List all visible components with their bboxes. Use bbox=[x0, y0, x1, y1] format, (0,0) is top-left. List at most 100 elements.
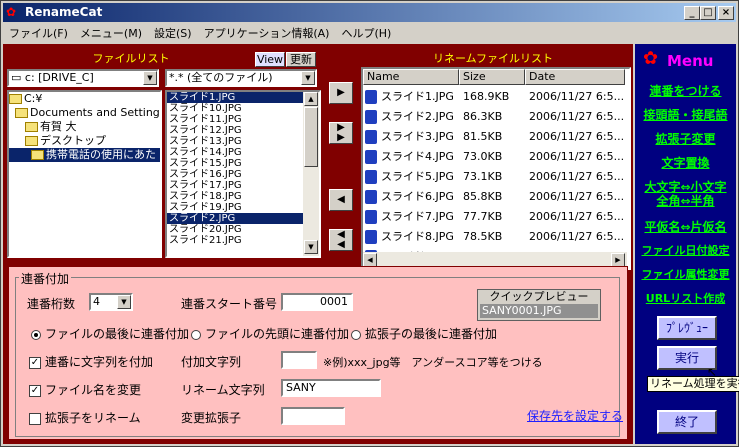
cell-name: スライド8.JPG bbox=[381, 230, 454, 243]
digits-value: 4 bbox=[93, 295, 100, 308]
radio-icon[interactable] bbox=[191, 329, 201, 340]
table-row[interactable]: スライド6.JPG 85.8KB 2006/11/27 6:5... bbox=[363, 187, 624, 207]
tree-item[interactable]: Documents and Settings bbox=[9, 106, 160, 120]
tree-item-selected[interactable]: 携帯電話の使用にあた bbox=[9, 148, 160, 162]
checkbox-unchecked-icon[interactable] bbox=[29, 412, 41, 425]
chevron-down-icon[interactable]: ▼ bbox=[143, 71, 157, 85]
table-row[interactable]: スライド8.JPG 78.5KB 2006/11/27 6:5... bbox=[363, 227, 624, 247]
tree-item[interactable]: 有賀 大 bbox=[9, 120, 160, 134]
radio-icon[interactable] bbox=[31, 329, 41, 340]
drive-icon: ▭ bbox=[11, 71, 25, 84]
menu-menu[interactable]: メニュー(M) bbox=[74, 23, 148, 43]
drive-select[interactable]: ▭ c: [DRIVE_C] ▼ bbox=[7, 69, 159, 87]
list-item[interactable]: スライド16.JPG bbox=[167, 169, 303, 180]
cell-date: 2006/11/27 6:5... bbox=[529, 210, 625, 223]
preview-button[interactable]: ﾌﾟﾚｳﾞｭｰ bbox=[657, 316, 717, 340]
list-item[interactable]: スライド10.JPG bbox=[167, 103, 303, 114]
menu-file[interactable]: ファイル(F) bbox=[3, 23, 74, 43]
column-header-date[interactable]: Date bbox=[525, 69, 625, 85]
cell-size: 81.5KB bbox=[463, 130, 503, 143]
list-item[interactable]: スライド11.JPG bbox=[167, 114, 303, 125]
side-link-serial[interactable]: 連番をつける bbox=[635, 82, 736, 99]
add-one-button[interactable]: ▶ bbox=[329, 82, 353, 104]
checkbox-add-string[interactable]: ✓ 連番に文字列を付加 bbox=[29, 353, 153, 370]
maximize-button[interactable]: □ bbox=[700, 6, 716, 20]
column-header-name[interactable]: Name bbox=[363, 69, 459, 85]
column-header-size[interactable]: Size bbox=[459, 69, 525, 85]
menu-settings[interactable]: 設定(S) bbox=[148, 23, 198, 43]
table-row[interactable]: スライド3.JPG 81.5KB 2006/11/27 6:5... bbox=[363, 127, 624, 147]
remove-all-button[interactable]: ◀ ◀ bbox=[329, 229, 353, 251]
rename-file-grid[interactable]: Name Size Date スライド1.JPG 168.9KB 2006/11/2… bbox=[361, 67, 631, 270]
chevron-down-icon[interactable]: ▼ bbox=[301, 71, 315, 85]
list-item[interactable]: スライド18.JPG bbox=[167, 191, 303, 202]
scroll-thumb[interactable] bbox=[304, 107, 318, 167]
checkbox-checked-icon[interactable]: ✓ bbox=[29, 356, 41, 369]
checkbox-checked-icon[interactable]: ✓ bbox=[29, 384, 41, 397]
list-item[interactable]: スライド15.JPG bbox=[167, 158, 303, 169]
tree-item[interactable]: C:¥ bbox=[9, 92, 160, 106]
list-item[interactable]: スライド19.JPG bbox=[167, 202, 303, 213]
radio-icon[interactable] bbox=[351, 329, 361, 340]
list-item[interactable]: スライド17.JPG bbox=[167, 180, 303, 191]
list-item[interactable]: スライド20.JPG bbox=[167, 224, 303, 235]
close-button[interactable]: × bbox=[718, 6, 734, 20]
list-item[interactable]: スライド2.JPG bbox=[167, 213, 303, 224]
menu-help[interactable]: ヘルプ(H) bbox=[335, 23, 397, 43]
scroll-right-icon[interactable]: ▶ bbox=[611, 253, 625, 267]
refresh-button[interactable]: 更新 bbox=[286, 52, 316, 67]
save-location-link[interactable]: 保存先を設定する bbox=[527, 407, 623, 424]
list-item[interactable]: スライド13.JPG bbox=[167, 136, 303, 147]
radio-append-ext[interactable]: 拡張子の最後に連番付加 bbox=[351, 325, 497, 342]
table-row[interactable]: スライド5.JPG 73.1KB 2006/11/27 6:5... bbox=[363, 167, 624, 187]
tree-item[interactable]: デスクトップ bbox=[9, 134, 160, 148]
remove-one-button[interactable]: ◀ bbox=[329, 189, 353, 211]
digits-select[interactable]: 4 ▼ bbox=[89, 293, 133, 311]
side-link-prefix[interactable]: 接頭語・接尾語 bbox=[635, 106, 736, 123]
list-item[interactable]: スライド1.JPG bbox=[167, 92, 303, 103]
list-item[interactable]: スライド12.JPG bbox=[167, 125, 303, 136]
image-file-icon bbox=[365, 230, 377, 244]
chevron-down-icon[interactable]: ▼ bbox=[117, 295, 131, 309]
minimize-button[interactable]: _ bbox=[684, 6, 700, 20]
rename-list-title: リネームファイルリスト bbox=[432, 52, 553, 65]
view-button[interactable]: View bbox=[255, 52, 285, 67]
scroll-left-icon[interactable]: ◀ bbox=[363, 253, 377, 267]
file-list-scrollbar[interactable]: ▲ ▼ bbox=[303, 92, 319, 256]
add-all-button[interactable]: ▶ ▶ bbox=[329, 122, 353, 144]
filter-select[interactable]: *.* (全てのファイル) ▼ bbox=[165, 69, 317, 87]
side-link-attr[interactable]: ファイル属性変更 bbox=[635, 266, 736, 282]
end-button[interactable]: 終了 bbox=[657, 410, 717, 434]
table-row[interactable]: スライド2.JPG 86.3KB 2006/11/27 6:5... bbox=[363, 107, 624, 127]
table-row[interactable]: スライド1.JPG 168.9KB 2006/11/27 6:5... bbox=[363, 87, 624, 107]
quick-preview-title: クイックプレビュー bbox=[489, 290, 589, 303]
side-link-date[interactable]: ファイル日付設定 bbox=[635, 242, 736, 258]
list-item[interactable]: スライド21.JPG bbox=[167, 235, 303, 246]
side-link-url[interactable]: URLリスト作成 bbox=[635, 290, 736, 306]
rename-string-input[interactable]: SANY bbox=[281, 379, 381, 397]
radio-append-end[interactable]: ファイルの最後に連番付加 bbox=[31, 325, 189, 342]
scroll-up-icon[interactable]: ▲ bbox=[304, 92, 318, 106]
table-row[interactable]: スライド7.JPG 77.7KB 2006/11/27 6:5... bbox=[363, 207, 625, 227]
start-label: 連番スタート番号 bbox=[181, 297, 278, 311]
side-link-kana[interactable]: 平仮名⇔片仮名 bbox=[635, 218, 736, 235]
side-link-ext[interactable]: 拡張子変更 bbox=[635, 130, 736, 147]
cell-name: スライド7.JPG bbox=[381, 210, 454, 223]
checkbox-rename-file[interactable]: ✓ ファイル名を変更 bbox=[29, 381, 141, 398]
cell-size: 85.8KB bbox=[463, 190, 503, 203]
menu-app-info[interactable]: アプリケーション情報(A) bbox=[198, 23, 336, 43]
file-list[interactable]: スライド1.JPG スライド10.JPG スライド11.JPG スライド12.J… bbox=[165, 90, 321, 258]
checkbox-rename-ext[interactable]: 拡張子をリネーム bbox=[29, 409, 141, 426]
add-string-input[interactable] bbox=[281, 351, 317, 369]
radio-append-start[interactable]: ファイルの先頭に連番付加 bbox=[191, 325, 349, 342]
list-item[interactable]: スライド14.JPG bbox=[167, 147, 303, 158]
scroll-down-icon[interactable]: ▼ bbox=[304, 240, 318, 254]
quick-preview: クイックプレビュー SANY0001.JPG bbox=[477, 289, 601, 321]
cat-app-icon: ✿ bbox=[6, 5, 17, 19]
side-link-replace[interactable]: 文字置換 bbox=[635, 154, 736, 171]
ext-input[interactable] bbox=[281, 407, 345, 425]
table-row[interactable]: スライド4.JPG 73.0KB 2006/11/27 6:5... bbox=[363, 147, 624, 167]
folder-tree[interactable]: C:¥ Documents and Settings 有賀 大 デスクトップ 携… bbox=[7, 90, 162, 258]
start-number-input[interactable]: 0001 bbox=[281, 293, 353, 311]
side-link-width[interactable]: 全角⇔半角 bbox=[635, 192, 736, 209]
